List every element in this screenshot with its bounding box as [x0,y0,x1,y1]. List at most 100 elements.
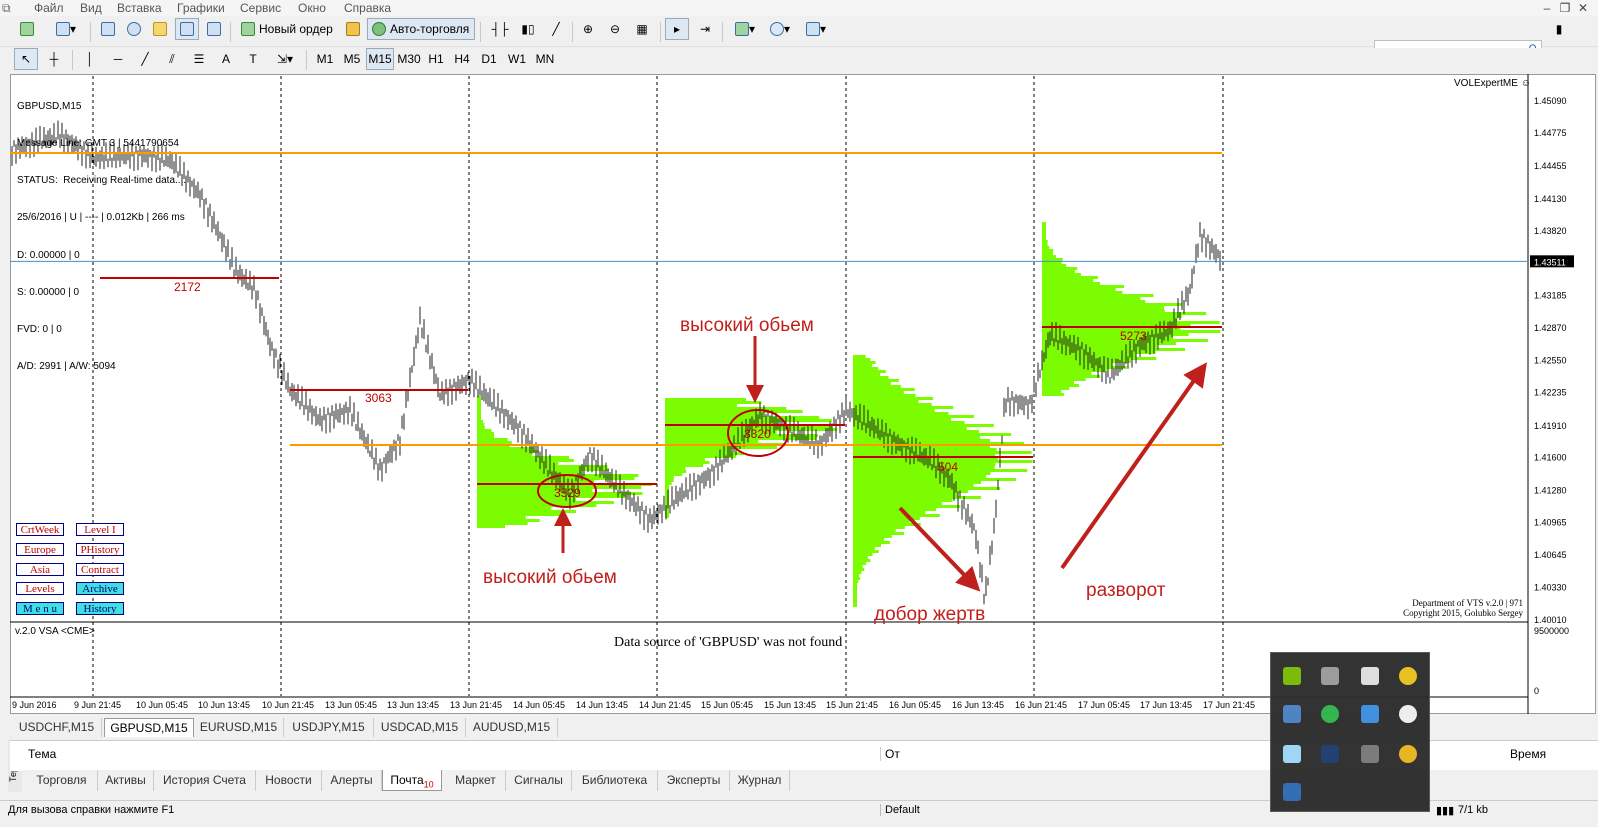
contract-button[interactable]: Contract [76,563,124,576]
chart-tab-gbpusd[interactable]: GBPUSD,M15 [104,718,194,737]
profile-bar [1042,381,1074,384]
profile-bar [1042,282,1101,285]
profile-bar [1042,294,1154,297]
profile-bar [1042,264,1067,267]
cloud-icon[interactable] [1399,705,1417,723]
price-tick-label: 1.41600 [1534,453,1567,463]
tab-experts[interactable]: Эксперты [658,770,730,791]
profile-bar [665,479,674,482]
current-price-label: 1.43511 [1534,257,1566,267]
usb-icon[interactable] [1321,667,1339,685]
info-line: Message Line: GMT 3 | 5441790654 [17,138,179,150]
chart-tab-audusd[interactable]: AUDUSD,M15 [466,718,558,737]
profile-bar [853,565,863,568]
price-tick-label: 1.42235 [1534,388,1567,398]
menu-button[interactable]: M e n u [16,602,64,615]
profile-bar [853,361,876,364]
volume-profiles [477,222,1221,607]
chart-tab-usdchf[interactable]: USDCHF,M15 [12,718,102,737]
profile-bar [853,511,926,514]
profile-bar [477,459,574,462]
profile-bar [853,589,857,592]
profile-bar [477,510,577,513]
profile-bar [477,519,540,522]
profile-bar [477,408,481,411]
mt-tray-icon[interactable] [1283,783,1301,801]
tab-history[interactable]: История Счета [154,770,256,791]
profile-bar [853,604,857,607]
profile-bar [853,385,901,388]
profile-bar [853,478,1017,481]
profile-bar [477,399,481,402]
time-tick-label: 13 Jun 21:45 [450,700,502,710]
volume-levels [10,152,1222,508]
profile-bar [1042,258,1063,261]
archive-button[interactable]: Archive [76,582,124,595]
profile-bar [853,541,890,544]
crtweek-button[interactable]: CrtWeek [16,523,64,536]
update-icon[interactable] [1399,745,1417,763]
europe-button[interactable]: Europe [16,543,64,556]
chart-tab-usdcad[interactable]: USDCAD,M15 [374,718,466,737]
profile-bar [1042,357,1157,360]
time-tick-label: 10 Jun 05:45 [136,700,188,710]
history-button[interactable]: History [76,602,124,615]
levels-button[interactable]: Levels [16,582,64,595]
profile-bar [1042,291,1123,294]
tab-trade[interactable]: Торговля [26,770,98,791]
profile-bar [853,550,879,553]
profile-bar [1042,309,1165,312]
profile-bar [1042,276,1098,279]
indicator-label: v.2.0 VSA <CME> [15,626,95,637]
profile-bar [1042,255,1056,258]
annotation-high-volume-bottom: высокий обьем [483,567,617,588]
profile-bar [665,410,803,413]
column-from[interactable]: От [880,747,900,761]
chart-tab-usdjpy[interactable]: USDJPY,M15 [284,718,374,737]
profile-bar [1042,315,1182,318]
price-tick-label: 1.42870 [1534,323,1567,333]
annotation-victims: добор жертв [874,604,986,625]
tab-signals[interactable]: Сигналы [506,770,572,791]
tab-mail[interactable]: Почта10 [382,770,442,791]
profile-bar [1042,393,1064,396]
check-icon[interactable] [1399,667,1417,685]
time-tick-label: 15 Jun 21:45 [826,700,878,710]
wifi-icon[interactable] [1361,745,1379,763]
asia-button[interactable]: Asia [16,563,64,576]
profile-bar [853,382,891,385]
level-label: 2172 [174,280,201,294]
profile-bar [1042,348,1186,351]
level-label: 3063 [365,391,392,405]
price-axis: 1.45090 1.44775 1.44455 1.44130 1.43820 1.435… [10,74,1574,714]
bluetooth-icon[interactable] [1361,705,1379,723]
tab-news[interactable]: Новости [256,770,322,791]
profile-bar [477,495,627,498]
info-line: S: 0.00000 | 0 [17,286,80,298]
tab-assets[interactable]: Активы [98,770,154,791]
phistory-button[interactable]: PHistory [76,543,124,556]
level1-button[interactable]: Level I [76,523,124,536]
tab-library[interactable]: Библиотека [572,770,658,791]
profile-bar [853,586,858,589]
profile-bar [853,520,910,523]
nvidia-icon[interactable] [1283,667,1301,685]
network-icon[interactable] [1283,705,1301,723]
column-time[interactable]: Время [1510,747,1546,761]
tab-alerts[interactable]: Алерты [322,770,382,791]
monitor-icon[interactable] [1321,745,1339,763]
chart-tab-eurusd[interactable]: EURUSD,M15 [194,718,284,737]
app-tray-icon[interactable] [1283,745,1301,763]
time-tick-label: 14 Jun 05:45 [513,700,565,710]
tab-journal[interactable]: Журнал [730,770,790,791]
profile-bar [665,434,818,437]
tab-market[interactable]: Маркет [446,770,506,791]
drive-icon[interactable] [1361,667,1379,685]
price-tick-label: 1.44130 [1534,194,1567,204]
profile-bar [1042,351,1156,354]
profile-bar [853,580,859,583]
sub-tick-label: 0 [1534,686,1539,696]
column-subject[interactable]: Тема [28,747,56,761]
antivirus-icon[interactable] [1321,705,1339,723]
profile-bar [1042,288,1116,291]
